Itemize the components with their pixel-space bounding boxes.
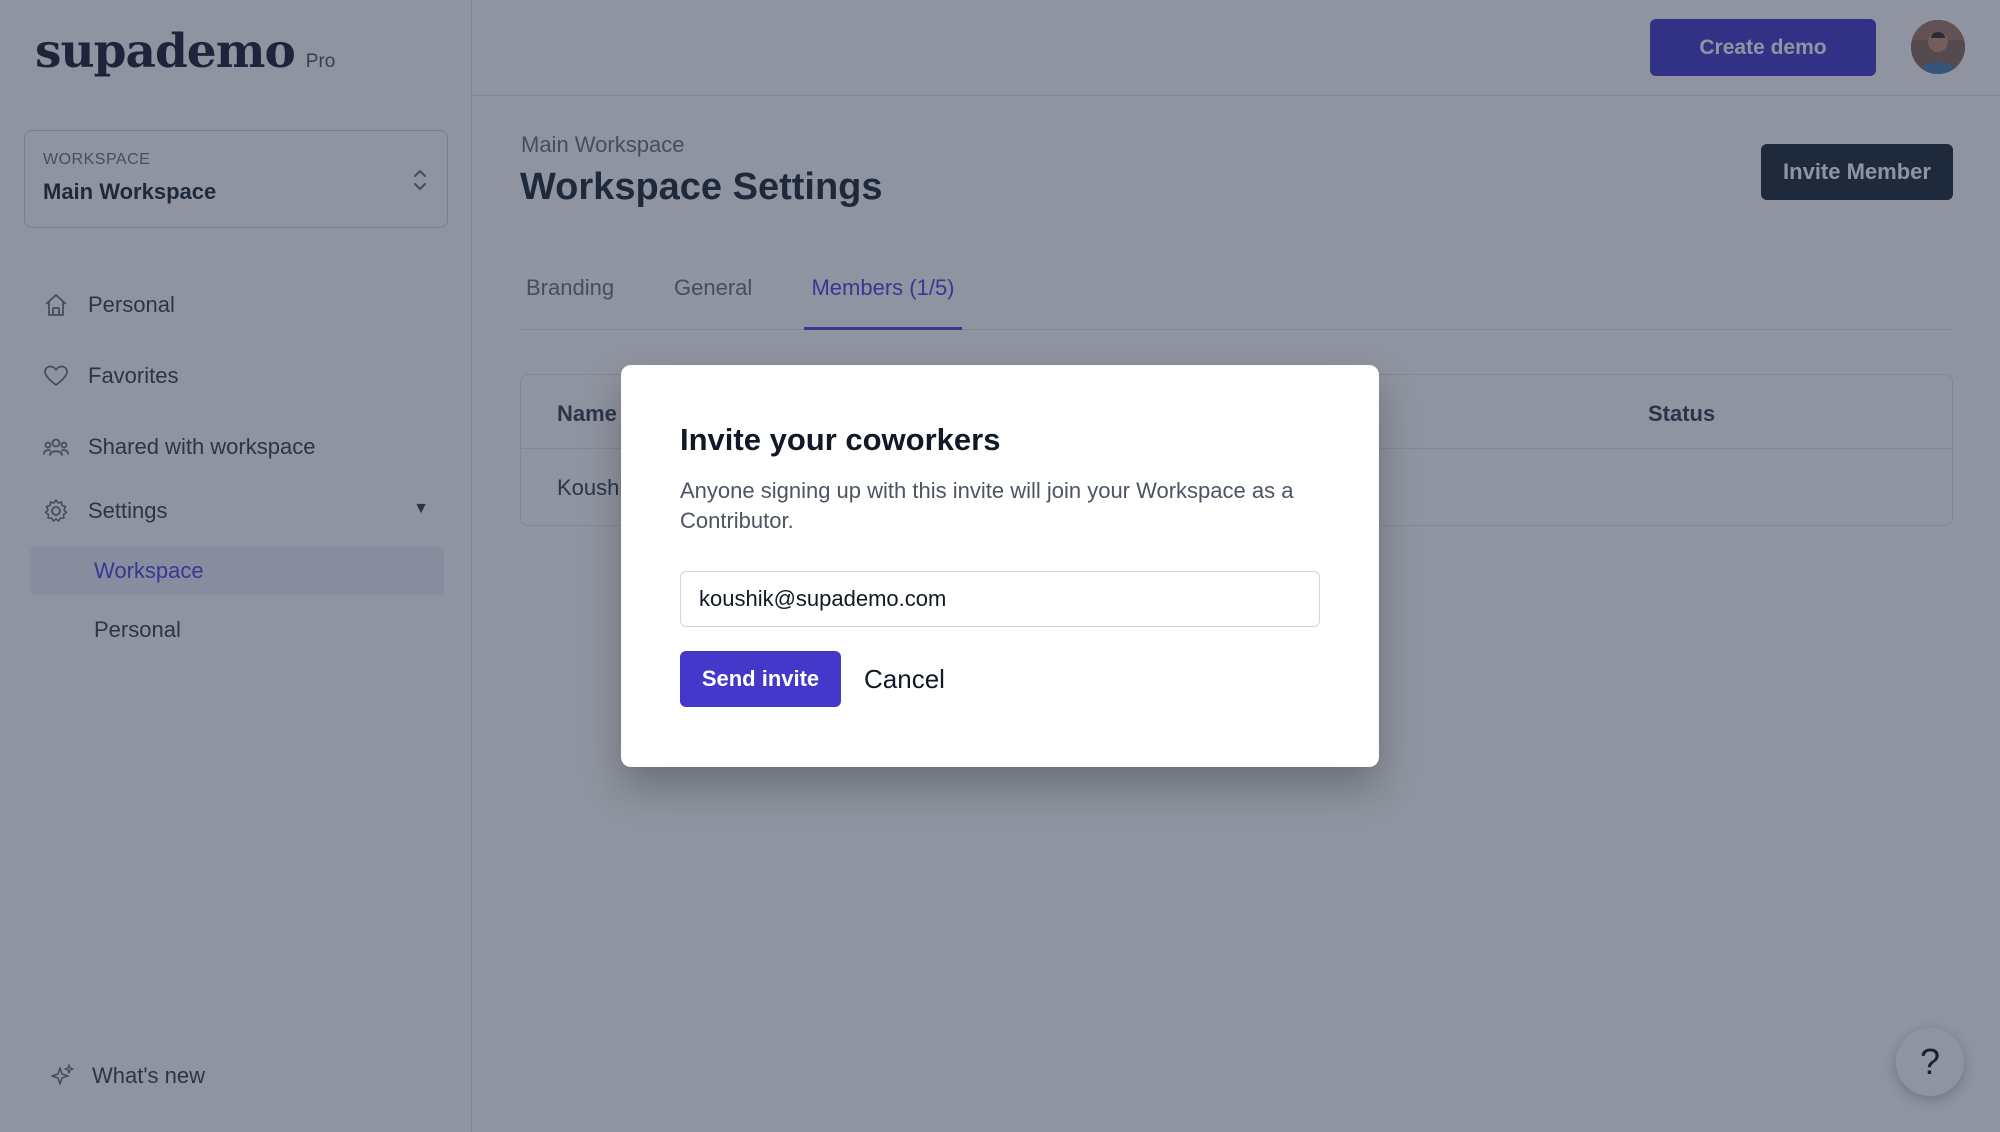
modal-title: Invite your coworkers (680, 422, 1001, 457)
send-invite-button[interactable]: Send invite (680, 651, 841, 707)
cancel-button[interactable]: Cancel (864, 664, 945, 695)
invite-modal: Invite your coworkers Anyone signing up … (621, 365, 1379, 767)
email-input[interactable] (680, 571, 1320, 627)
modal-description: Anyone signing up with this invite will … (680, 478, 1294, 533)
